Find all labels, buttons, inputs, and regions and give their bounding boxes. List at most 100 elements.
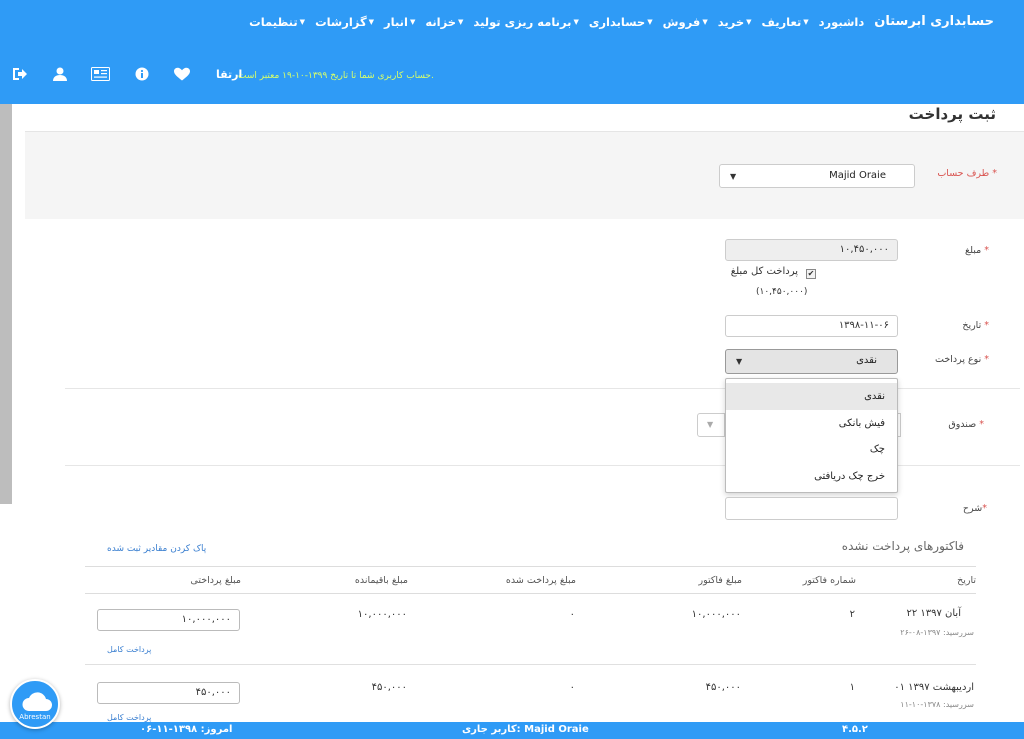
caret-down-icon: ▼ xyxy=(458,17,464,26)
dropdown-option-cash[interactable]: نقدی xyxy=(726,383,897,410)
row-invoice-amount: ۴۵۰,۰۰۰ xyxy=(705,682,741,693)
caret-down-icon: ▼ xyxy=(409,17,416,26)
nav-label: گزارشات xyxy=(315,14,367,29)
account-select-value: Majid Oraie xyxy=(829,170,886,181)
support-badge-label: Abrestan xyxy=(19,713,51,721)
description-label: *شرح xyxy=(963,503,987,514)
caret-down-icon: ▼ xyxy=(573,17,579,26)
nav-label: برنامه ریزی تولید xyxy=(473,14,572,29)
row-remaining-amount: ۴۵۰,۰۰۰ xyxy=(371,682,407,693)
row-payment-input[interactable]: ۴۵۰,۰۰۰ xyxy=(97,682,240,704)
required-mark: * xyxy=(984,245,989,256)
amount-label-text: مبلغ xyxy=(965,245,982,256)
caret-down-icon: ▼ xyxy=(736,357,743,366)
th-paid-amount: مبلغ پرداخت شده xyxy=(505,575,576,586)
row-payment-input[interactable]: ۱۰,۰۰۰,۰۰۰ xyxy=(97,609,240,631)
left-scroll-rail[interactable] xyxy=(0,104,12,504)
required-mark: * xyxy=(984,354,989,365)
nav-label: انبار xyxy=(384,14,408,29)
nav-label: تعاریف xyxy=(761,14,802,29)
caret-down-icon: ▼ xyxy=(702,17,708,26)
nav-dashboard[interactable]: داشبورد xyxy=(819,15,865,29)
nav-reports[interactable]: گزارشات ▼ xyxy=(315,15,374,29)
unpaid-invoices-title: فاکتورهای پرداخت نشده xyxy=(841,539,964,553)
license-notice: حساب کاربری شما تا تاریخ ۱۳۹۹-۱۰-۱۹ معتب… xyxy=(238,71,434,81)
th-remaining-amount: مبلغ باقیمانده xyxy=(354,575,408,586)
invoices-table-header: تاریخ شماره فاکتور مبلغ فاکتور مبلغ پردا… xyxy=(85,566,976,594)
caret-down-icon: ▼ xyxy=(368,17,375,26)
app-version: ۴.۵.۲ xyxy=(842,724,868,735)
description-input[interactable] xyxy=(725,497,898,520)
info-icon[interactable] xyxy=(134,67,150,81)
top-navbar: حسابداری ابرستان داشبورد تعاریف ▼ خرید ▼ ف… xyxy=(0,0,1024,104)
today-date: امروز: ۱۳۹۸-۱۱-۰۶ xyxy=(140,724,233,735)
th-date: تاریخ xyxy=(957,575,976,586)
caret-down-icon: ▼ xyxy=(707,420,714,429)
dropdown-option-cheque[interactable]: چک xyxy=(726,436,897,463)
full-payment-link[interactable]: پرداخت کامل xyxy=(107,645,151,654)
account-label: * طرف حساب xyxy=(937,168,997,179)
news-icon[interactable] xyxy=(91,67,110,81)
amount-value: ۱۰,۴۵۰,۰۰۰ xyxy=(839,244,889,255)
description-label-text: شرح xyxy=(962,503,983,514)
row-due-date: سررسید: ۱۳۹۷-۰۸-۲۶ xyxy=(900,628,974,637)
row-date: ۰۱ اردیبهشت ۱۳۹۷ xyxy=(894,682,974,693)
nav-production-planning[interactable]: برنامه ریزی تولید ▼ xyxy=(473,15,578,29)
payment-type-label-text: نوع پرداخت xyxy=(935,354,982,365)
payment-type-select[interactable]: نقدی ▼ xyxy=(725,349,898,374)
nav-label: داشبورد xyxy=(818,14,865,29)
user-icon[interactable] xyxy=(52,67,68,81)
nav-sales[interactable]: فروش ▼ xyxy=(663,15,708,29)
row-date: ۲۲ آبان ۱۳۹۷ xyxy=(906,608,961,619)
nav-warehouse[interactable]: انبار ▼ xyxy=(384,15,415,29)
amount-input[interactable]: ۱۰,۴۵۰,۰۰۰ xyxy=(725,239,898,261)
row-invoice-number: ۲ xyxy=(849,609,855,620)
required-mark: * xyxy=(979,419,984,430)
row-paid-amount: ۰ xyxy=(569,682,575,693)
th-invoice-amount: مبلغ فاکتور xyxy=(698,575,743,586)
nav-purchase[interactable]: خرید ▼ xyxy=(718,15,752,29)
date-label: * تاریخ xyxy=(962,320,989,331)
full-payment-checkbox[interactable]: ✔ xyxy=(806,269,816,279)
nav-definitions[interactable]: تعاریف ▼ xyxy=(762,15,809,29)
date-label-text: تاریخ xyxy=(962,320,982,331)
sub-toolbar: ارتقا حساب کاربری شما تا تاریخ ۱۳۹۹-۱۰-۱… xyxy=(0,62,1024,88)
nav-settings[interactable]: تنظیمات ▼ xyxy=(249,15,305,29)
row-due-date: سررسید: ۱۳۷۸-۱۰-۱۱ xyxy=(900,700,974,709)
payment-type-dropdown: نقدی فیش بانکی چک خرج چک دریافتی xyxy=(725,378,898,493)
cash-box-select[interactable]: ▼ xyxy=(697,413,725,437)
required-mark: * xyxy=(992,168,997,179)
dropdown-option-received-cheque[interactable]: خرج چک دریافتی xyxy=(726,463,897,490)
cash-box-label-text: صندوق xyxy=(948,419,977,430)
date-input[interactable]: ۱۳۹۸-۱۱-۰۶ xyxy=(725,315,898,337)
account-select[interactable]: Majid Oraie ▼ xyxy=(719,164,915,188)
heart-icon[interactable] xyxy=(173,67,191,81)
full-payment-amount: (۱۰,۴۵۰,۰۰۰) xyxy=(756,287,808,297)
clear-values-link[interactable]: پاک کردن مقادیر ثبت شده xyxy=(107,544,206,554)
required-mark: * xyxy=(982,503,987,514)
caret-down-icon: ▼ xyxy=(746,17,752,26)
payment-type-value: نقدی xyxy=(856,355,877,366)
page-title: ثبت پرداخت xyxy=(908,105,996,123)
main-menu: حسابداری ابرستان داشبورد تعاریف ▼ خرید ▼ ف… xyxy=(249,14,994,29)
date-value: ۱۳۹۸-۱۱-۰۶ xyxy=(838,320,889,331)
divider xyxy=(85,664,976,665)
row-payment-value: ۴۵۰,۰۰۰ xyxy=(195,687,231,698)
account-label-text: طرف حساب xyxy=(937,168,990,179)
payment-type-label: * نوع پرداخت xyxy=(935,354,989,365)
logout-icon[interactable] xyxy=(11,67,27,81)
dropdown-option-bank-slip[interactable]: فیش بانکی xyxy=(726,410,897,437)
row-payment-value: ۱۰,۰۰۰,۰۰۰ xyxy=(181,614,231,625)
nav-treasury[interactable]: خزانه ▼ xyxy=(425,15,463,29)
cloud-icon xyxy=(22,692,52,711)
caret-down-icon: ▼ xyxy=(730,172,737,181)
brand-title[interactable]: حسابداری ابرستان xyxy=(874,14,994,29)
cash-box-label: * صندوق xyxy=(948,419,984,430)
row-invoice-amount: ۱۰,۰۰۰,۰۰۰ xyxy=(691,609,741,620)
caret-down-icon: ▼ xyxy=(647,17,653,26)
nav-label: خرید xyxy=(717,14,745,29)
full-payment-link[interactable]: پرداخت کامل xyxy=(107,713,151,722)
support-chat-button[interactable]: Abrestan xyxy=(10,679,60,729)
row-invoice-number: ۱ xyxy=(849,682,855,693)
nav-accounting[interactable]: حسابداری ▼ xyxy=(589,15,653,29)
